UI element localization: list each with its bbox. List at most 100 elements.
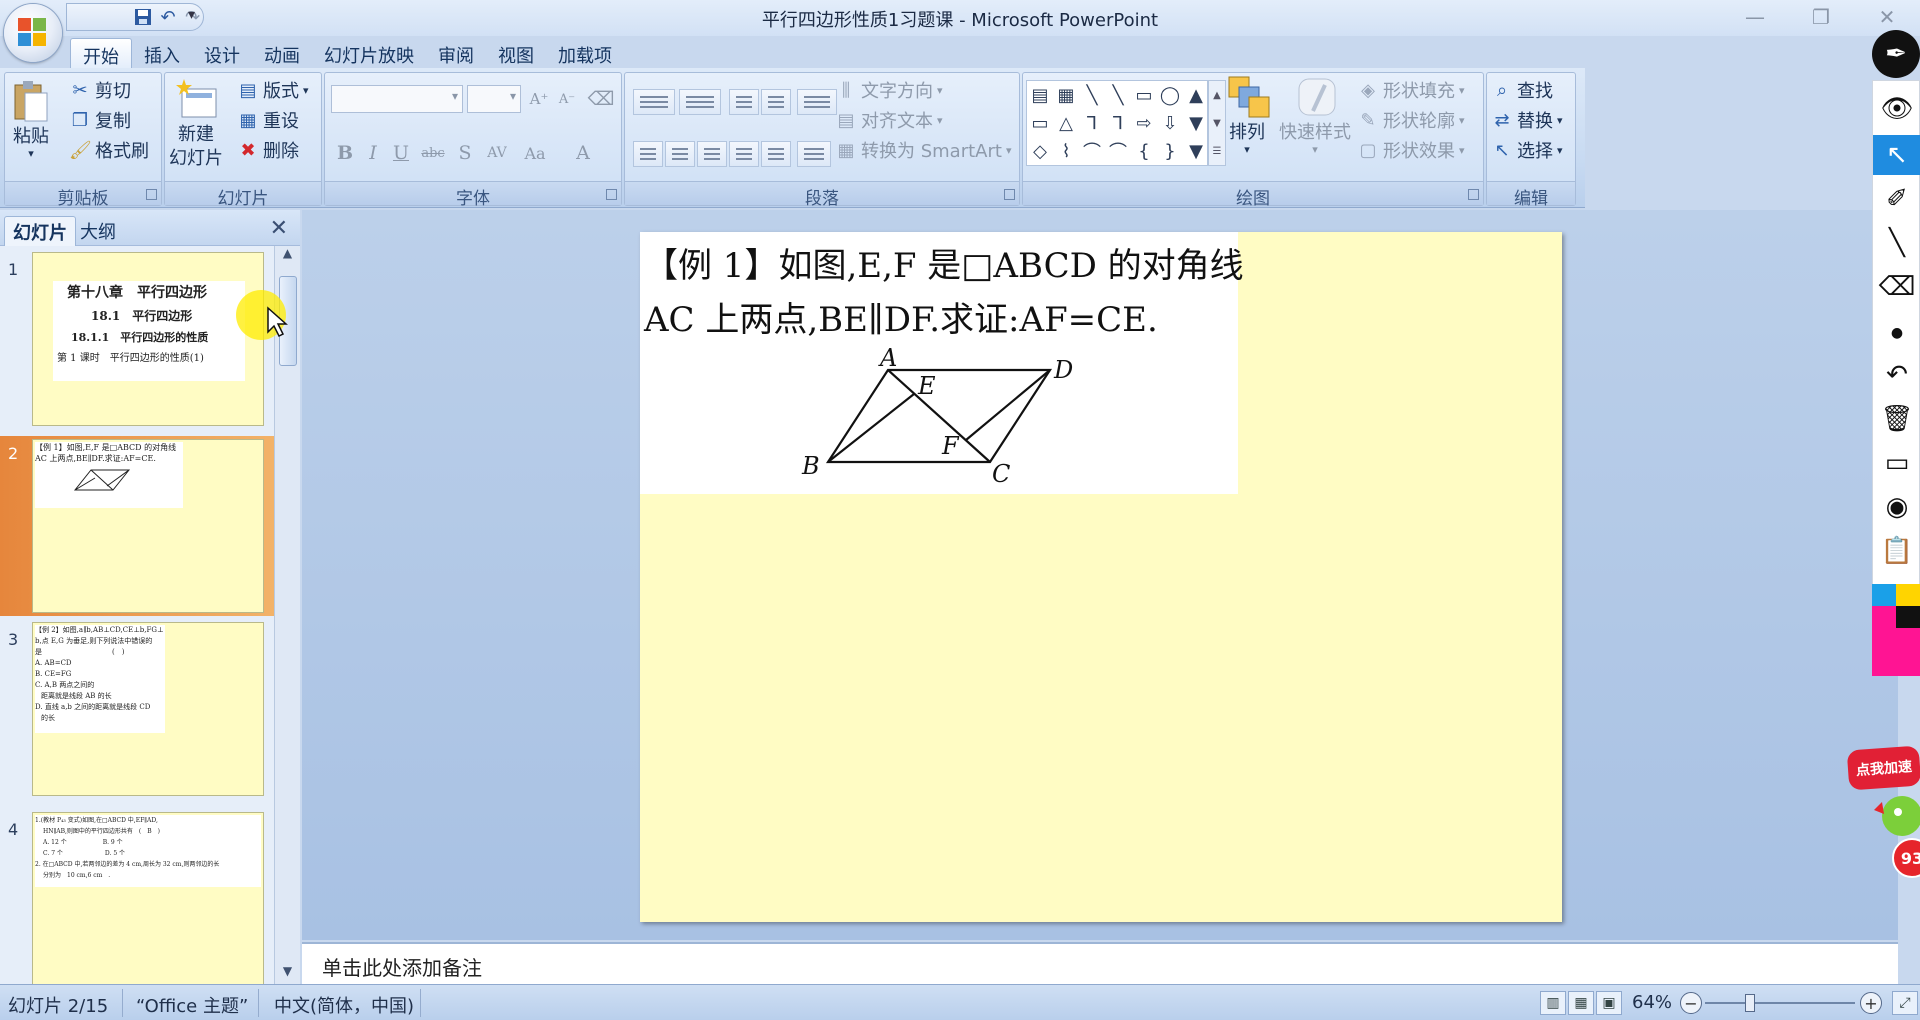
- line-spacing-icon[interactable]: [797, 89, 837, 115]
- minimize-button[interactable]: —: [1722, 2, 1788, 32]
- shape-item[interactable]: ▭: [1131, 81, 1157, 109]
- change-case-button[interactable]: Aa: [521, 139, 549, 167]
- eye-icon[interactable]: 👁: [1881, 93, 1914, 125]
- tab-outline[interactable]: 大纲: [72, 216, 124, 246]
- font-color-button[interactable]: A: [569, 139, 597, 167]
- shape-fill-button[interactable]: ◈ 形状填充 ▾: [1357, 77, 1464, 103]
- office-button[interactable]: [4, 4, 62, 62]
- tab-animations[interactable]: 动画: [252, 38, 312, 68]
- align-left-icon[interactable]: [633, 141, 663, 167]
- thumbnail-scrollbar[interactable]: ▲ ▼: [274, 246, 300, 984]
- font-name-combo[interactable]: [331, 85, 463, 113]
- replace-button[interactable]: ⇄ 替换 ▾: [1491, 107, 1562, 133]
- cut-button[interactable]: ✂ 剪切: [69, 77, 131, 103]
- columns-icon[interactable]: [797, 141, 831, 167]
- reset-button[interactable]: ▦ 重设: [237, 107, 299, 133]
- color-swatch[interactable]: [1896, 584, 1920, 606]
- shape-item[interactable]: ⅂: [1079, 109, 1105, 137]
- scroll-up-icon[interactable]: ▲: [275, 246, 300, 266]
- new-slide-button[interactable]: 新建 幻灯片: [169, 77, 223, 171]
- tab-home[interactable]: 开始: [70, 38, 132, 68]
- shape-effects-button[interactable]: ▢ 形状效果 ▾: [1357, 137, 1464, 163]
- justify-icon[interactable]: [729, 141, 759, 167]
- shape-item[interactable]: ▲: [1183, 81, 1209, 109]
- zoom-level[interactable]: 64%: [1632, 992, 1672, 1013]
- arrange-button[interactable]: 排列 ▾: [1227, 75, 1270, 155]
- slideshow-view-icon[interactable]: ▣: [1596, 991, 1622, 1015]
- pen-tool-icon[interactable]: ✒: [1872, 30, 1920, 78]
- tab-review[interactable]: 审阅: [426, 38, 486, 68]
- shape-item[interactable]: ◇: [1027, 137, 1053, 165]
- gallery-up-icon[interactable]: ▲: [1213, 90, 1221, 101]
- bold-button[interactable]: B: [331, 139, 359, 167]
- whiteboard-icon[interactable]: ▭: [1881, 447, 1913, 479]
- align-right-icon[interactable]: [697, 141, 727, 167]
- highlighter-icon[interactable]: ✐: [1881, 183, 1913, 215]
- camera-icon[interactable]: ◉: [1881, 491, 1913, 523]
- shape-item[interactable]: ╲: [1079, 81, 1105, 109]
- italic-button[interactable]: I: [359, 139, 387, 167]
- tab-slides[interactable]: 幻灯片: [4, 216, 76, 246]
- shape-item[interactable]: ╲: [1105, 81, 1131, 109]
- eraser-icon[interactable]: ⌫: [1879, 271, 1916, 303]
- notes-pane[interactable]: 单击此处添加备注: [302, 942, 1898, 984]
- shadow-button[interactable]: S: [451, 139, 479, 167]
- trash-icon[interactable]: 🗑: [1881, 403, 1914, 435]
- shape-item[interactable]: ⌇: [1053, 137, 1079, 165]
- drawing-launcher-icon[interactable]: [1468, 189, 1479, 200]
- copy-button[interactable]: ❐ 复制: [69, 107, 131, 133]
- tab-slideshow[interactable]: 幻灯片放映: [312, 38, 426, 68]
- zoom-slider-track[interactable]: [1705, 1002, 1855, 1004]
- zoom-slider-thumb[interactable]: [1745, 994, 1755, 1012]
- clipboard-launcher-icon[interactable]: [146, 189, 157, 200]
- slide-sorter-icon[interactable]: ▦: [1568, 991, 1594, 1015]
- tab-addins[interactable]: 加载项: [546, 38, 624, 68]
- tab-insert[interactable]: 插入: [132, 38, 192, 68]
- slide-thumbnail-1[interactable]: 第十八章 平行四边形 18.1 平行四边形 18.1.1 平行四边形的性质 第 …: [32, 252, 264, 426]
- shape-item[interactable]: ⅂: [1105, 109, 1131, 137]
- thumbnail-row[interactable]: 3 【例 2】如图,a∥b,AB⊥CD,CE⊥b,FG⊥ b,点 E,G 为垂足…: [0, 622, 274, 802]
- gallery-down-icon[interactable]: ▼: [1213, 118, 1221, 129]
- shape-item[interactable]: }: [1157, 137, 1183, 165]
- align-text-button[interactable]: ▤ 对齐文本 ▾: [835, 107, 942, 133]
- shape-item[interactable]: ▤: [1027, 81, 1053, 109]
- shape-item[interactable]: △: [1053, 109, 1079, 137]
- shape-item[interactable]: ⇩: [1157, 109, 1183, 137]
- shape-item[interactable]: ▼: [1183, 137, 1209, 165]
- text-direction-button[interactable]: ⫼ 文字方向 ▾: [835, 77, 943, 103]
- restore-button[interactable]: ❐: [1788, 2, 1854, 32]
- shapes-gallery[interactable]: ▤ ▦ ╲ ╲ ▭ ◯ ▲ ▭ △ ⅂ ⅂ ⇨ ⇩ ▼ ◇ ⌇ ⌒ ⌒{} ▼: [1026, 80, 1208, 166]
- convert-smartart-button[interactable]: ▦ 转换为 SmartArt ▾: [835, 137, 1011, 163]
- select-button[interactable]: ↖ 选择 ▾: [1491, 137, 1562, 163]
- layout-button[interactable]: ▤ 版式 ▾: [237, 77, 308, 103]
- clipboard-icon[interactable]: 📋: [1881, 535, 1913, 567]
- char-spacing-button[interactable]: AV: [483, 139, 511, 167]
- close-button[interactable]: ✕: [1854, 2, 1920, 32]
- color-swatch[interactable]: [1872, 628, 1920, 676]
- language-indicator[interactable]: 中文(简体，中国): [274, 992, 414, 1018]
- find-button[interactable]: ⌕ 查找: [1491, 77, 1553, 103]
- paste-button[interactable]: 粘贴 ▾: [11, 79, 51, 159]
- normal-view-icon[interactable]: ▥: [1540, 991, 1566, 1015]
- current-slide[interactable]: 【例 1】如图,E,F 是□ABCD 的对角线 AC 上两点,BE∥DF.求证:…: [640, 232, 1562, 922]
- line-icon[interactable]: ╲: [1881, 227, 1913, 259]
- shape-item[interactable]: ▼: [1183, 109, 1209, 137]
- gallery-more-icon[interactable]: ☰: [1213, 146, 1222, 157]
- grow-font-button[interactable]: A⁺: [525, 85, 553, 113]
- close-pane-icon[interactable]: ✕: [270, 216, 288, 241]
- bullets-icon[interactable]: [633, 89, 675, 115]
- color-swatch[interactable]: [1872, 584, 1896, 606]
- dot-icon[interactable]: ●: [1881, 317, 1913, 349]
- thumbnail-row[interactable]: 4 1.(教材 P₄₃ 变式)如图,在□ABCD 中,EF∥AD, HN∥AB,…: [0, 812, 274, 984]
- paragraph-launcher-icon[interactable]: [1004, 189, 1015, 200]
- zoom-in-icon[interactable]: +: [1860, 992, 1882, 1014]
- clear-format-icon[interactable]: ⌫: [587, 85, 615, 113]
- format-painter-button[interactable]: 🖌 格式刷: [69, 137, 149, 163]
- font-launcher-icon[interactable]: [606, 189, 617, 200]
- increase-indent-icon[interactable]: [761, 89, 791, 115]
- shape-item[interactable]: ▭: [1027, 109, 1053, 137]
- color-swatch[interactable]: [1896, 606, 1920, 628]
- tab-design[interactable]: 设计: [192, 38, 252, 68]
- thumbnail-row[interactable]: 2 【例 1】如图,E,F 是□ABCD 的对角线 AC 上两点,BE∥DF.求…: [0, 436, 274, 616]
- fit-window-icon[interactable]: ⤢: [1892, 991, 1918, 1015]
